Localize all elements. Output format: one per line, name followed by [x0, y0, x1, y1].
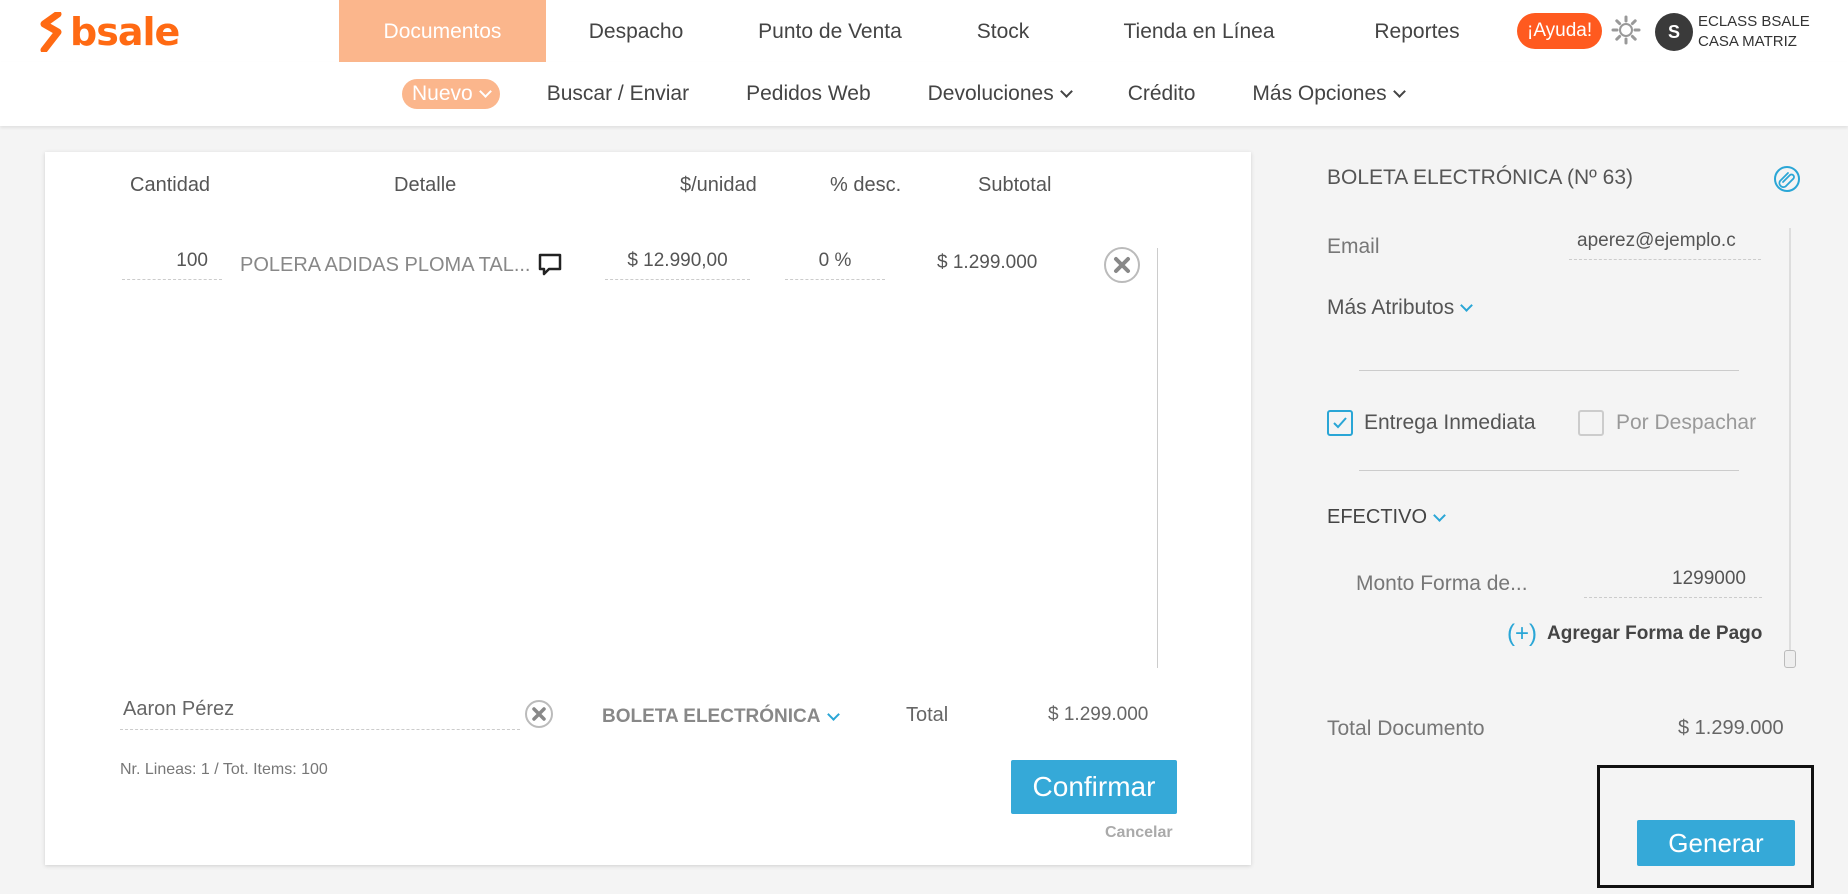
document-card: Cantidad Detalle $/unidad % desc. Subtot…: [45, 152, 1251, 865]
bsale-logo-icon: [40, 12, 62, 52]
plus-icon: (+): [1507, 620, 1537, 647]
total-document-value: $ 1.299.000: [1678, 717, 1784, 739]
nav-documentos[interactable]: Documentos: [339, 0, 546, 63]
close-icon: [1114, 257, 1130, 273]
payment-method-select[interactable]: EFECTIVO: [1327, 506, 1446, 529]
subnav-mas-opciones[interactable]: Más Opciones: [1252, 82, 1406, 106]
sub-navbar: Nuevo Buscar / Enviar Pedidos Web Devolu…: [0, 62, 1848, 126]
chevron-down-icon: [826, 708, 840, 721]
document-type-label: BOLETA ELECTRÓNICA: [602, 706, 821, 727]
nav-tienda-en-linea[interactable]: Tienda en Línea: [1072, 0, 1326, 63]
more-attributes-toggle[interactable]: Más Atributos: [1327, 296, 1474, 320]
subnav-credito[interactable]: Crédito: [1128, 82, 1196, 106]
scrollbar-thumb[interactable]: [1784, 650, 1796, 668]
nav-stock[interactable]: Stock: [934, 0, 1072, 63]
sub-nav: Nuevo Buscar / Enviar Pedidos Web Devolu…: [402, 62, 1461, 126]
nav-punto-de-venta[interactable]: Punto de Venta: [726, 0, 934, 63]
divider: [1359, 370, 1739, 371]
document-title: BOLETA ELECTRÓNICA (Nº 63): [1327, 166, 1634, 189]
paperclip-icon: [1778, 172, 1795, 188]
total-value: $ 1.299.000: [1048, 704, 1149, 725]
clear-client-button[interactable]: [525, 700, 553, 728]
gear-icon[interactable]: [1610, 14, 1642, 46]
comment-icon[interactable]: [537, 252, 563, 278]
chevron-down-icon: [1460, 299, 1474, 312]
discount-input[interactable]: 0 %: [785, 250, 885, 280]
nav-reportes[interactable]: Reportes: [1326, 0, 1508, 63]
bsale-logo[interactable]: bsale: [38, 10, 180, 54]
help-button[interactable]: ¡Ayuda!: [1517, 13, 1603, 49]
subnav-nuevo[interactable]: Nuevo: [402, 79, 500, 109]
chevron-down-icon: [1392, 85, 1406, 98]
add-payment-label: Agregar Forma de Pago: [1547, 623, 1763, 644]
attachment-button[interactable]: [1774, 166, 1800, 192]
subnav-nuevo-label: Nuevo: [412, 82, 473, 105]
checkmark-icon: [1333, 417, 1347, 429]
header-descuento: % desc.: [830, 174, 902, 196]
lines-summary: Nr. Lineas: 1 / Tot. Items: 100: [120, 761, 328, 778]
logo-text: bsale: [70, 10, 180, 54]
amount-input[interactable]: 1299000: [1584, 568, 1762, 598]
top-navbar: bsale Documentos Despacho Punto de Venta…: [0, 0, 1848, 66]
account-name[interactable]: ECLASS BSALE CASA MATRIZ: [1698, 12, 1810, 52]
total-document-label: Total Documento: [1327, 717, 1485, 740]
total-label: Total: [906, 704, 949, 726]
document-type-select[interactable]: BOLETA ELECTRÓNICA: [602, 706, 840, 728]
header-subtotal: Subtotal: [978, 174, 1052, 196]
subnav-pedidos-web[interactable]: Pedidos Web: [746, 82, 871, 106]
unit-price-input[interactable]: $ 12.990,00: [605, 250, 750, 280]
main-nav: Documentos Despacho Punto de Venta Stock…: [339, 0, 1508, 66]
nav-despacho[interactable]: Despacho: [546, 0, 726, 63]
subnav-devoluciones[interactable]: Devoluciones: [927, 82, 1073, 106]
row-subtotal: $ 1.299.000: [937, 252, 1038, 273]
header-detalle: Detalle: [394, 174, 457, 196]
entrega-inmediata-label: Entrega Inmediata: [1364, 411, 1536, 434]
close-icon: [532, 707, 546, 721]
por-despachar-checkbox[interactable]: [1578, 410, 1604, 436]
header-cantidad: Cantidad: [130, 174, 211, 196]
chevron-down-icon: [478, 85, 492, 98]
client-input[interactable]: Aaron Pérez: [120, 698, 520, 730]
por-despachar-label: Por Despachar: [1616, 411, 1757, 434]
detail-input[interactable]: POLERA ADIDAS PLOMA TAL...: [240, 254, 570, 284]
entrega-inmediata-checkbox[interactable]: [1327, 410, 1353, 436]
account-company: ECLASS BSALE: [1698, 13, 1810, 30]
confirm-button[interactable]: Confirmar: [1011, 760, 1177, 814]
cancel-link[interactable]: Cancelar: [1105, 824, 1173, 842]
email-label: Email: [1327, 235, 1380, 258]
chevron-down-icon: [1433, 508, 1446, 522]
subnav-mas-opciones-label: Más Opciones: [1252, 82, 1387, 105]
chevron-down-icon: [1059, 85, 1073, 98]
subnav-buscar-enviar[interactable]: Buscar / Enviar: [547, 82, 689, 106]
payment-method-label: EFECTIVO: [1327, 506, 1428, 528]
amount-label: Monto Forma de...: [1356, 572, 1528, 595]
header-unidad: $/unidad: [680, 174, 757, 196]
remove-row-button[interactable]: [1104, 247, 1140, 283]
divider: [1359, 470, 1739, 471]
email-input[interactable]: aperez@ejemplo.c: [1569, 230, 1761, 260]
account-branch: CASA MATRIZ: [1698, 33, 1797, 50]
generate-button[interactable]: Generar: [1637, 820, 1795, 866]
panel-scrollbar[interactable]: [1789, 228, 1791, 658]
quantity-input[interactable]: 100: [122, 250, 222, 280]
add-payment-button[interactable]: (+) Agregar Forma de Pago: [1507, 620, 1762, 648]
avatar[interactable]: S: [1655, 13, 1693, 51]
scroll-divider: [1157, 248, 1158, 668]
more-attributes-label: Más Atributos: [1327, 296, 1455, 319]
subnav-devoluciones-label: Devoluciones: [927, 82, 1054, 105]
